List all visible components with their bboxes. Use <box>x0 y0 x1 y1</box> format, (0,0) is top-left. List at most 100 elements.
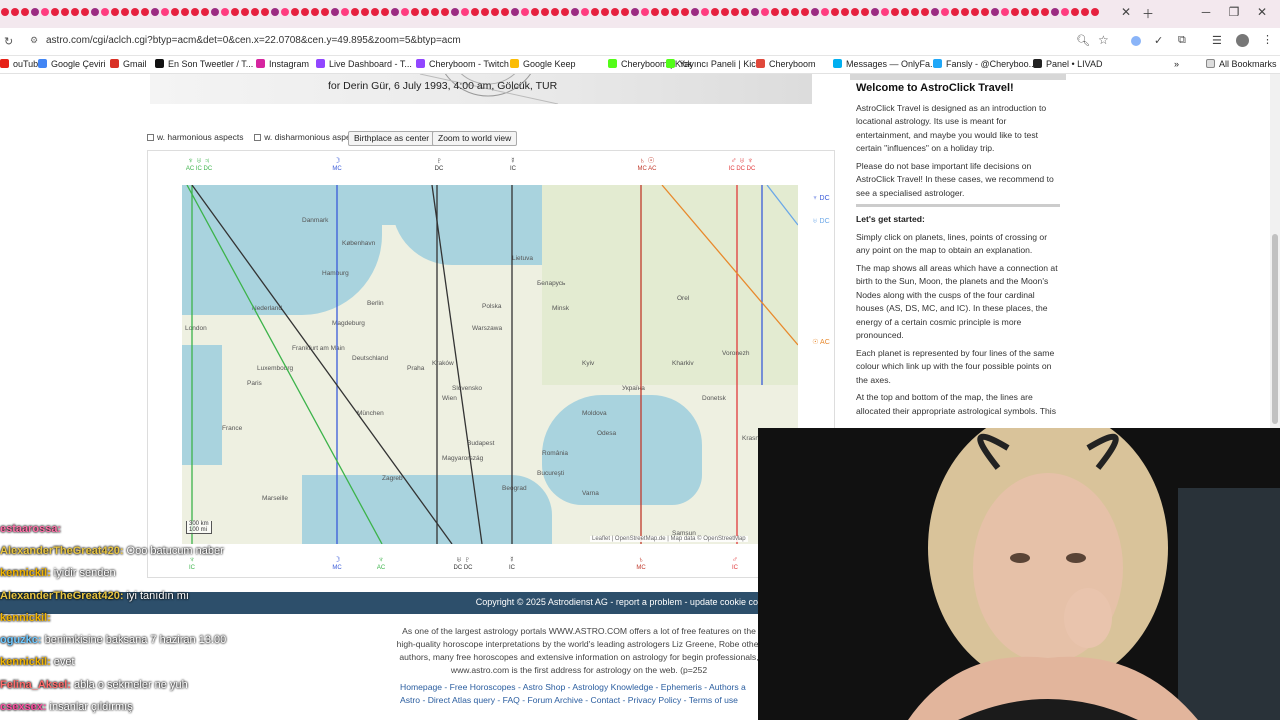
planet-symbol[interactable]: ♇ DC <box>422 156 456 174</box>
tab-favicon-icon[interactable] <box>601 8 609 17</box>
astro-line[interactable] <box>431 185 483 544</box>
tab-favicon-icon[interactable] <box>721 8 729 17</box>
tab-favicon-icon[interactable] <box>871 8 879 17</box>
bookmark-item[interactable]: Instagram <box>256 59 309 69</box>
tab-favicon-icon[interactable] <box>1031 8 1039 17</box>
tab-strip[interactable] <box>0 6 1100 20</box>
tab-favicon-icon[interactable] <box>901 8 909 17</box>
tab-favicon-icon[interactable] <box>1051 8 1059 17</box>
tab-favicon-icon[interactable] <box>581 8 589 17</box>
tab-favicon-icon[interactable] <box>521 8 529 17</box>
tab-favicon-icon[interactable] <box>441 8 449 17</box>
tab-favicon-icon[interactable] <box>741 8 749 17</box>
astro-line[interactable] <box>191 185 453 544</box>
tab-favicon-icon[interactable] <box>141 8 149 17</box>
planet-symbol[interactable]: ♆ IC <box>175 555 209 573</box>
tab-favicon-icon[interactable] <box>501 8 509 17</box>
planet-symbol[interactable]: ☽ MC <box>320 555 354 573</box>
tab-favicon-icon[interactable] <box>481 8 489 17</box>
reload-icon[interactable]: ↻ <box>4 35 13 48</box>
footer-copyright[interactable]: Copyright © 2025 Astrodienst AG - report… <box>476 597 758 607</box>
tab-favicon-icon[interactable] <box>331 8 339 17</box>
tab-favicon-icon[interactable] <box>371 8 379 17</box>
tab-favicon-icon[interactable] <box>381 8 389 17</box>
tab-favicon-icon[interactable] <box>921 8 929 17</box>
tab-favicon-icon[interactable] <box>561 8 569 17</box>
tab-favicon-icon[interactable] <box>531 8 539 17</box>
planet-symbol[interactable]: ☿ IC <box>495 555 529 573</box>
site-info-icon[interactable]: ⚙ <box>30 35 38 46</box>
tab-favicon-icon[interactable] <box>801 8 809 17</box>
tab-favicon-icon[interactable] <box>711 8 719 17</box>
astro-line[interactable] <box>766 185 798 226</box>
tab-favicon-icon[interactable] <box>411 8 419 17</box>
tab-favicon-icon[interactable] <box>61 8 69 17</box>
tab-favicon-icon[interactable] <box>151 8 159 17</box>
tab-favicon-icon[interactable] <box>451 8 459 17</box>
tab-favicon-icon[interactable] <box>41 8 49 17</box>
bookmark-item[interactable]: En Son Tweetler / T... <box>155 59 253 69</box>
window-close-icon[interactable]: ✕ <box>1252 5 1272 19</box>
bookmark-item[interactable]: Google Çeviri <box>38 59 106 69</box>
minimize-icon[interactable]: ─ <box>1196 5 1216 19</box>
planet-symbol[interactable]: ☿ IC <box>496 156 530 174</box>
tab-favicon-icon[interactable] <box>511 8 519 17</box>
page-scrollbar[interactable] <box>1270 74 1280 428</box>
puzzle-icon[interactable]: ⧉ <box>1178 34 1186 47</box>
planet-symbol[interactable]: ♆ ♅ ♃ AC IC DC <box>182 156 216 174</box>
extension-icon[interactable] <box>1131 36 1141 46</box>
tab-favicon-icon[interactable] <box>401 8 409 17</box>
tab-favicon-icon[interactable] <box>111 8 119 17</box>
tab-favicon-icon[interactable] <box>621 8 629 17</box>
tab-favicon-icon[interactable] <box>1081 8 1089 17</box>
extension2-icon[interactable]: ✓ <box>1154 34 1163 47</box>
tab-favicon-icon[interactable] <box>471 8 479 17</box>
tab-favicon-icon[interactable] <box>421 8 429 17</box>
tab-favicon-icon[interactable] <box>271 8 279 17</box>
tab-favicon-icon[interactable] <box>611 8 619 17</box>
tab-favicon-icon[interactable] <box>771 8 779 17</box>
planet-symbol[interactable]: ♅ DC <box>808 217 834 226</box>
bookmark-item[interactable]: ouTube <box>0 59 43 69</box>
tab-favicon-icon[interactable] <box>661 8 669 17</box>
footer-links-row2[interactable]: Astro - Direct Atlas query - FAQ - Forum… <box>400 694 780 707</box>
bookmark-item[interactable]: Google Keep <box>510 59 576 69</box>
footer-links-row1[interactable]: Homepage - Free Horoscopes - Astro Shop … <box>400 681 780 694</box>
planet-symbol[interactable]: ♄ ☉ MC AC <box>630 156 664 174</box>
tab-favicon-icon[interactable] <box>681 8 689 17</box>
disharmonious-checkbox[interactable] <box>254 134 262 141</box>
tab-favicon-icon[interactable] <box>1021 8 1029 17</box>
tab-favicon-icon[interactable] <box>541 8 549 17</box>
planet-symbol[interactable]: ☽ MC <box>320 156 354 174</box>
tab-favicon-icon[interactable] <box>311 8 319 17</box>
harmonious-checkbox[interactable] <box>147 134 154 141</box>
tab-favicon-icon[interactable] <box>1091 8 1099 17</box>
tab-favicon-icon[interactable] <box>781 8 789 17</box>
tab-favicon-icon[interactable] <box>351 8 359 17</box>
tab-favicon-icon[interactable] <box>591 8 599 17</box>
tab-favicon-icon[interactable] <box>641 8 649 17</box>
tab-favicon-icon[interactable] <box>131 8 139 17</box>
tab-favicon-icon[interactable] <box>971 8 979 17</box>
tab-favicon-icon[interactable] <box>341 8 349 17</box>
tab-favicon-icon[interactable] <box>1 8 9 17</box>
tab-favicon-icon[interactable] <box>221 8 229 17</box>
bookmark-item[interactable]: Gmail <box>110 59 147 69</box>
bookmark-star-icon[interactable]: ☆ <box>1098 33 1109 47</box>
tab-favicon-icon[interactable] <box>861 8 869 17</box>
bookmark-item[interactable]: Cheryboom - Twitch <box>416 59 509 69</box>
tab-favicon-icon[interactable] <box>761 8 769 17</box>
tab-favicon-icon[interactable] <box>201 8 209 17</box>
tab-favicon-icon[interactable] <box>981 8 989 17</box>
tab-favicon-icon[interactable] <box>961 8 969 17</box>
tab-favicon-icon[interactable] <box>431 8 439 17</box>
tab-favicon-icon[interactable] <box>281 8 289 17</box>
tab-favicon-icon[interactable] <box>31 8 39 17</box>
tab-favicon-icon[interactable] <box>1061 8 1069 17</box>
tab-favicon-icon[interactable] <box>71 8 79 17</box>
tab-favicon-icon[interactable] <box>551 8 559 17</box>
tab-favicon-icon[interactable] <box>911 8 919 17</box>
tab-favicon-icon[interactable] <box>161 8 169 17</box>
tab-favicon-icon[interactable] <box>121 8 129 17</box>
tab-favicon-icon[interactable] <box>1041 8 1049 17</box>
